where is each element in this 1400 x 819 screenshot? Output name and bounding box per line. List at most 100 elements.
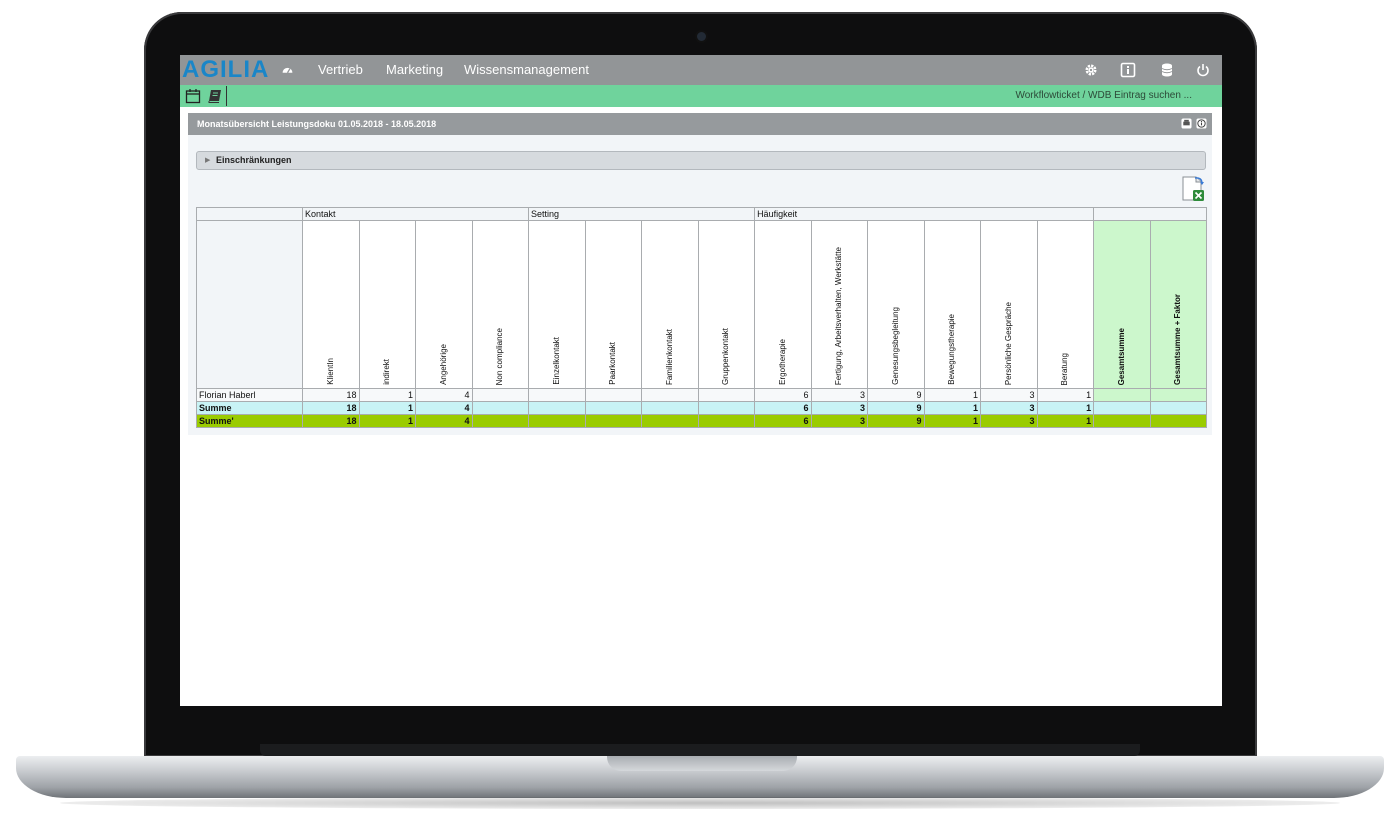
power-icon[interactable] <box>1195 62 1211 78</box>
table-cell: 6 <box>754 388 812 402</box>
table-cell: 9 <box>867 401 925 415</box>
table-cell: 1 <box>923 414 982 428</box>
nav-item-vertrieb[interactable]: Vertrieb <box>318 62 363 78</box>
column-header[interactable]: Bewegungstherapie <box>923 220 982 389</box>
column-header-label: Gesamtsumme <box>1116 327 1126 385</box>
column-header[interactable]: Gruppenkontakt <box>697 220 756 389</box>
column-header[interactable]: Gesamtsumme <box>1093 220 1151 389</box>
book-icon[interactable] <box>207 88 223 104</box>
gear-icon[interactable] <box>1083 62 1099 78</box>
table-cell: 18 <box>302 414 360 428</box>
toolbar-separator <box>226 86 227 106</box>
nav-item-wissensmanagement[interactable]: Wissensmanagement <box>464 62 589 78</box>
column-header[interactable]: Non compliance <box>471 220 530 389</box>
column-header-label: Angehörige <box>438 344 448 385</box>
table-cell <box>697 401 756 415</box>
table-cell <box>641 414 699 428</box>
dashboard-icon[interactable] <box>281 63 294 76</box>
table-cell <box>528 414 586 428</box>
column-header[interactable]: Beratung <box>1036 220 1095 389</box>
column-header-label: Non compliance <box>495 327 505 385</box>
table-cell: 3 <box>980 414 1038 428</box>
column-header[interactable]: Familienkontakt <box>641 220 699 389</box>
table-cell <box>528 388 586 402</box>
table-cell: 3 <box>980 401 1038 415</box>
table-cell: 4 <box>415 414 473 428</box>
row-label: Summe <box>196 401 303 415</box>
table-cell: 1 <box>923 401 982 415</box>
print-icon[interactable] <box>1181 118 1192 129</box>
table-cell <box>641 388 699 402</box>
table-cell: 4 <box>415 388 473 402</box>
table-cell: 1 <box>923 388 982 402</box>
panel-header: Monatsübersicht Leistungsdoku 01.05.2018… <box>188 113 1212 135</box>
column-header-label: Gesamtsumme + Faktor <box>1173 294 1183 385</box>
table-cell: 3 <box>810 401 869 415</box>
page-title: Monatsübersicht Leistungsdoku 01.05.2018… <box>197 119 437 129</box>
group-header-haeufigkeit: Häufigkeit <box>754 207 1095 221</box>
table-cell: 1 <box>1036 414 1095 428</box>
table-cell <box>697 388 756 402</box>
table-cell: 4 <box>415 401 473 415</box>
table-cell: 1 <box>358 414 416 428</box>
column-header[interactable]: Genesungsbegleitung <box>867 220 925 389</box>
column-header[interactable]: Einzelkontakt <box>528 220 586 389</box>
column-header-label: Einzelkontakt <box>551 337 561 385</box>
row-label: Summe' <box>196 414 303 428</box>
info-icon[interactable] <box>1120 62 1136 78</box>
table-cell: 18 <box>302 401 360 415</box>
laptop-shadow <box>60 797 1340 809</box>
search-link[interactable]: Workflowticket / WDB Eintrag suchen ... <box>1015 90 1192 101</box>
column-header[interactable]: Persönliche Gespräche <box>980 220 1038 389</box>
table-cell <box>1093 388 1151 402</box>
table-cell: 1 <box>1036 388 1095 402</box>
table-cell: 6 <box>754 414 812 428</box>
group-header-empty <box>196 207 303 221</box>
table-cell: 3 <box>810 414 869 428</box>
column-header[interactable]: Angehörige <box>415 220 473 389</box>
table-row-summe-prime: Summe' 18 1 4 6 3 9 1 3 1 <box>196 414 1208 428</box>
filter-toggle[interactable]: ▶ Einschränkungen <box>196 151 1206 170</box>
table-cell: 3 <box>810 388 869 402</box>
database-icon[interactable] <box>1159 62 1175 78</box>
column-header[interactable]: KlientIn <box>302 220 360 389</box>
table-cell <box>584 414 643 428</box>
table-cell <box>1093 401 1151 415</box>
column-header-empty <box>196 220 303 389</box>
column-header-label: Ergotherapie <box>777 339 787 385</box>
column-header-label: Paarkontakt <box>608 342 618 385</box>
app-logo[interactable]: AGILIA <box>182 57 269 83</box>
info-circle-icon[interactable] <box>1196 118 1207 129</box>
column-header-label: Gruppenkontakt <box>721 328 731 385</box>
table-cell: 1 <box>358 401 416 415</box>
filter-label: Einschränkungen <box>216 155 292 165</box>
column-header[interactable]: Fertigung, Arbeitsverhalten, Werkstätte <box>810 220 869 389</box>
group-header-setting: Setting <box>528 207 756 221</box>
screen: AGILIA Vertrieb Marketing Wissensmanagem… <box>180 55 1222 706</box>
nav-item-marketing[interactable]: Marketing <box>386 62 443 78</box>
laptop-notch <box>607 756 797 771</box>
laptop-hinge <box>260 744 1140 756</box>
table-cell: 6 <box>754 401 812 415</box>
table-cell: 3 <box>980 388 1038 402</box>
column-header-label: Fertigung, Arbeitsverhalten, Werkstätte <box>834 246 844 385</box>
table-cell <box>697 414 756 428</box>
column-header[interactable]: Ergotherapie <box>754 220 812 389</box>
column-header-label: Beratung <box>1060 352 1070 385</box>
calendar-icon[interactable] <box>185 88 201 104</box>
camera-icon <box>697 32 706 41</box>
column-header-label: indirekt <box>382 359 392 385</box>
table-cell: 9 <box>867 388 925 402</box>
table-cell <box>641 401 699 415</box>
column-header-row: KlientIn indirekt Angehörige Non compliance… <box>196 220 1208 389</box>
column-header-label: Familienkontakt <box>664 328 674 385</box>
table-cell: 18 <box>302 388 360 402</box>
table-cell <box>1093 414 1151 428</box>
excel-export-icon[interactable] <box>1181 176 1205 202</box>
column-header[interactable]: indirekt <box>358 220 416 389</box>
column-header[interactable]: Paarkontakt <box>584 220 643 389</box>
table-row-summe: Summe 18 1 4 6 3 9 1 3 1 <box>196 401 1208 415</box>
table-cell: 1 <box>1036 401 1095 415</box>
column-header[interactable]: Gesamtsumme + Faktor <box>1149 220 1208 389</box>
table-cell <box>528 401 586 415</box>
